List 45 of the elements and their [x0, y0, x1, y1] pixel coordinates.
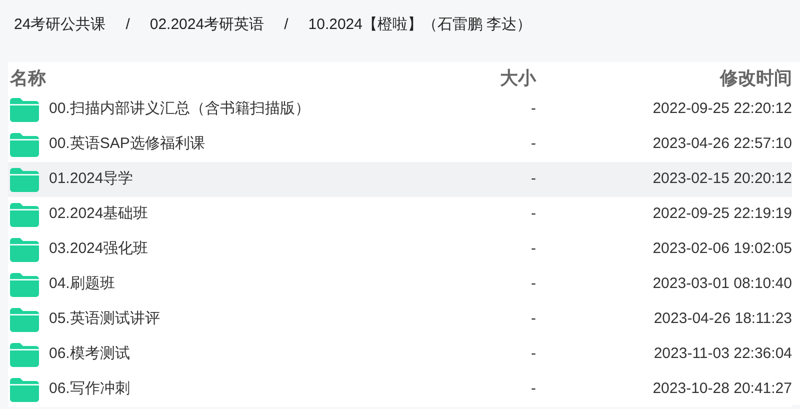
- size-cell: -: [531, 135, 536, 152]
- size-cell: -: [531, 380, 536, 398]
- size-cell: -: [531, 275, 536, 292]
- breadcrumb-link[interactable]: 10.2024【橙啦】（石雷鹏 李达）: [308, 14, 532, 36]
- folder-icon: [10, 272, 39, 296]
- folder-icon: [10, 168, 39, 192]
- modified-time: 2022-09-25 22:19:19: [652, 205, 792, 222]
- modified-time: 2023-10-28 20:41:27: [652, 380, 792, 398]
- folder-icon: [10, 132, 39, 156]
- folder-name: 05.英语测试讲评: [49, 309, 160, 330]
- size-cell: -: [531, 205, 536, 222]
- column-header[interactable]: 修改时间: [720, 68, 792, 88]
- size-cell: -: [531, 310, 536, 328]
- folder-icon: [10, 238, 39, 262]
- folder-icon: [10, 378, 39, 402]
- modified-time: 2023-03-01 08:10:40: [652, 275, 792, 292]
- folder-icon: [10, 202, 39, 226]
- breadcrumb-separator: /: [126, 14, 130, 35]
- folder-name: 03.2024强化班: [49, 239, 148, 260]
- folder-name: 04.刷题班: [49, 274, 115, 294]
- folder-name: 06.写作冲刺: [49, 379, 130, 400]
- folder-name: 01.2024导学: [49, 169, 134, 190]
- folder-row[interactable]: 01.2024导学 - 2023-02-15 20:20:12: [8, 162, 792, 197]
- column-header[interactable]: 名称: [10, 68, 46, 88]
- breadcrumb-separator: /: [284, 14, 288, 35]
- column-header[interactable]: 大小: [500, 68, 536, 88]
- modified-time: 2023-04-26 18:11:23: [654, 310, 792, 328]
- modified-time: 2022-09-25 22:20:12: [652, 100, 792, 118]
- folder-icon: [10, 98, 39, 122]
- breadcrumb-link[interactable]: 24考研公共课: [14, 14, 106, 36]
- folder-icon: [10, 308, 39, 332]
- size-cell: -: [531, 100, 536, 118]
- size-cell: -: [531, 170, 536, 188]
- modified-time: 2023-02-15 20:20:12: [652, 170, 792, 188]
- modified-time: 2023-04-26 22:57:10: [652, 135, 792, 152]
- modified-time: 2023-02-06 19:02:05: [652, 240, 792, 258]
- folder-icon: [10, 342, 39, 366]
- folder-name: 06.模考测试: [49, 344, 130, 364]
- size-cell: -: [531, 345, 536, 362]
- modified-time: 2023-11-03 22:36:04: [654, 345, 792, 362]
- folder-name: 02.2024基础班: [49, 204, 148, 224]
- folder-name: 00.扫描内部讲义汇总（含书籍扫描版）: [49, 99, 310, 120]
- breadcrumb-link[interactable]: 02.2024考研英语: [150, 14, 264, 36]
- folder-name: 00.英语SAP选修福利课: [49, 134, 205, 154]
- size-cell: -: [531, 240, 536, 258]
